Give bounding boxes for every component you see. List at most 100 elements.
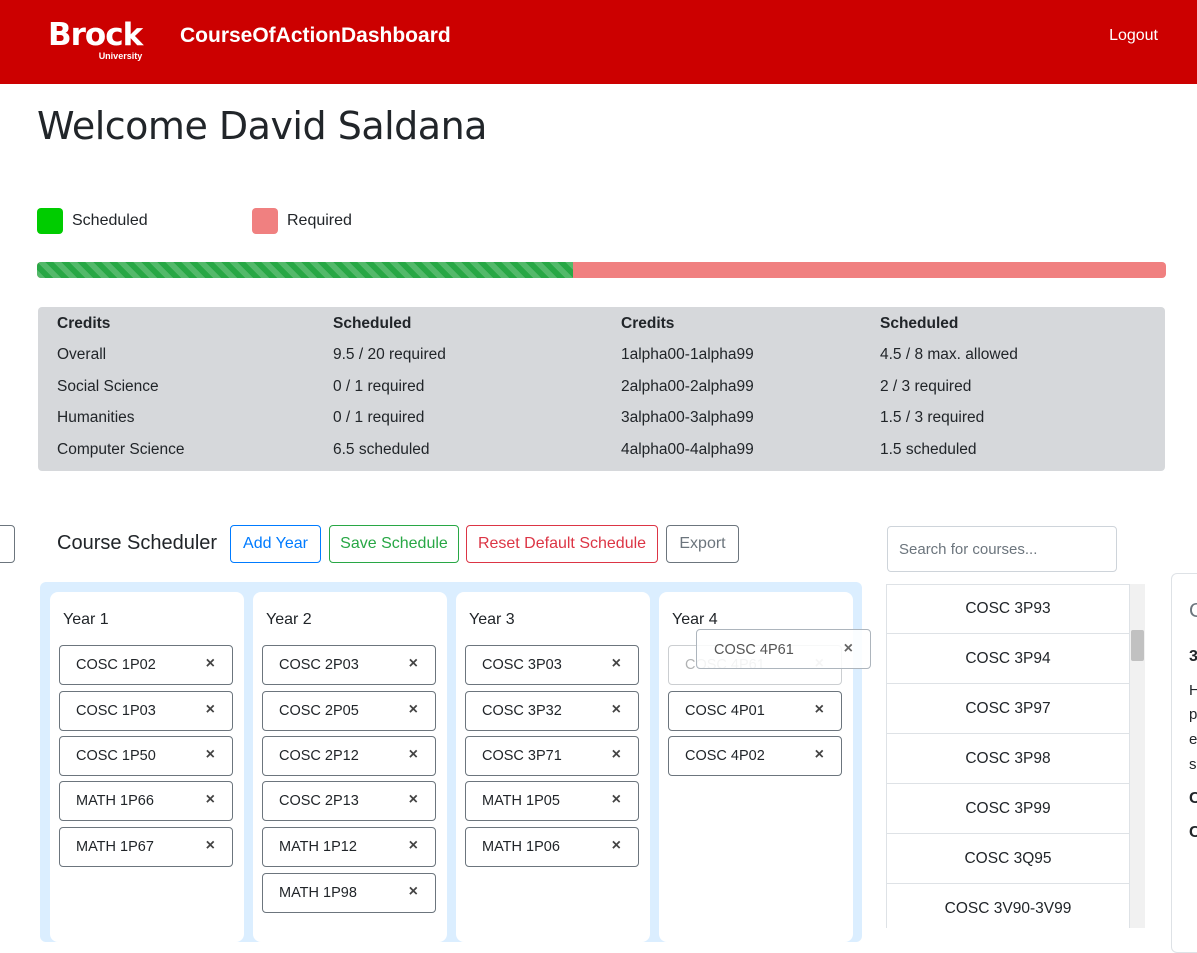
legend-scheduled: Scheduled [37, 208, 148, 234]
detail-text-fragment: s [1189, 756, 1197, 773]
sidebar-toggle-button[interactable] [0, 525, 15, 563]
detail-text-fragment: e [1189, 731, 1197, 748]
brock-logo[interactable]: Brock University [48, 18, 143, 61]
course-code: MATH 1P05 [482, 793, 560, 809]
course-card[interactable]: COSC 1P03 × [59, 691, 233, 731]
remove-icon[interactable]: × [206, 746, 215, 764]
course-list-item[interactable]: COSC 3P98 [886, 734, 1130, 784]
credits-summary: Credits Scheduled Credits Scheduled Overall 9… [38, 307, 1165, 471]
course-detail-card: C3HpesCC [1171, 573, 1197, 953]
detail-text-fragment: C [1189, 600, 1197, 623]
detail-text-fragment: C [1189, 790, 1197, 808]
close-icon: × [843, 640, 853, 657]
course-card[interactable]: COSC 1P50 × [59, 736, 233, 776]
remove-icon[interactable]: × [612, 655, 621, 673]
remove-icon[interactable]: × [815, 746, 824, 764]
remove-icon[interactable]: × [409, 837, 418, 855]
course-list-item[interactable]: COSC 3P99 [886, 784, 1130, 834]
course-card[interactable]: COSC 3P71 × [465, 736, 639, 776]
course-code: COSC 1P02 [76, 657, 156, 673]
course-card[interactable]: COSC 2P12 × [262, 736, 436, 776]
course-card[interactable]: COSC 4P02 × [668, 736, 842, 776]
course-card[interactable]: MATH 1P12 × [262, 827, 436, 867]
course-card[interactable]: COSC 1P02 × [59, 645, 233, 685]
course-list-item[interactable]: COSC 3P94 [886, 634, 1130, 684]
course-code: COSC 4P02 [685, 748, 765, 764]
course-card[interactable]: COSC 2P13 × [262, 781, 436, 821]
credits-cell: 4alpha00-4alpha99 [621, 441, 754, 458]
credits-cell: Humanities [57, 409, 135, 426]
remove-icon[interactable]: × [409, 701, 418, 719]
course-card[interactable]: COSC 3P03 × [465, 645, 639, 685]
remove-icon[interactable]: × [612, 746, 621, 764]
remove-icon[interactable]: × [409, 655, 418, 673]
course-code: COSC 3P03 [482, 657, 562, 673]
detail-text-fragment: C [1189, 824, 1197, 842]
course-code: COSC 2P12 [279, 748, 359, 764]
logout-link[interactable]: Logout [1109, 27, 1158, 45]
remove-icon[interactable]: × [409, 746, 418, 764]
remove-icon[interactable]: × [206, 791, 215, 809]
progress-scheduled-segment [37, 262, 574, 278]
remove-icon[interactable]: × [409, 791, 418, 809]
remove-icon[interactable]: × [206, 655, 215, 673]
required-swatch [252, 208, 278, 234]
course-card[interactable]: MATH 1P98 × [262, 873, 436, 913]
remove-icon[interactable]: × [612, 837, 621, 855]
course-list-item[interactable]: COSC 3V90-3V99 [886, 884, 1130, 928]
welcome-heading: Welcome David Saldana [37, 104, 487, 148]
course-card[interactable]: MATH 1P67 × [59, 827, 233, 867]
export-button[interactable]: Export [666, 525, 739, 563]
course-list-item[interactable]: COSC 3P93 [886, 584, 1130, 634]
course-card[interactable]: MATH 1P06 × [465, 827, 639, 867]
credits-cell: 2 / 3 required [880, 378, 972, 395]
dragging-course-code: COSC 4P61 [714, 642, 794, 658]
course-list-item[interactable]: COSC 3P97 [886, 684, 1130, 734]
course-code: MATH 1P66 [76, 793, 154, 809]
brand-title[interactable]: CourseOfActionDashboard [180, 24, 451, 48]
credits-cell: 9.5 / 20 required [333, 346, 446, 363]
course-code: COSC 2P13 [279, 793, 359, 809]
reset-schedule-button[interactable]: Reset Default Schedule [466, 525, 658, 563]
course-code: COSC 3P32 [482, 703, 562, 719]
course-card[interactable]: COSC 4P01 × [668, 691, 842, 731]
course-list-item[interactable]: COSC 3Q95 [886, 834, 1130, 884]
remove-icon[interactable]: × [206, 701, 215, 719]
remove-icon[interactable]: × [612, 791, 621, 809]
credits-cell: 1.5 scheduled [880, 441, 977, 458]
credits-cell: Computer Science [57, 441, 185, 458]
scheduled-swatch [37, 208, 63, 234]
add-year-button[interactable]: Add Year [230, 525, 321, 563]
save-schedule-button[interactable]: Save Schedule [329, 525, 459, 563]
credits-cell: 4.5 / 8 max. allowed [880, 346, 1018, 363]
year-title: Year 3 [469, 611, 515, 628]
year-title: Year 1 [63, 611, 109, 628]
course-card[interactable]: MATH 1P66 × [59, 781, 233, 821]
course-code: COSC 4P01 [685, 703, 765, 719]
course-card[interactable]: COSC 2P05 × [262, 691, 436, 731]
credits-header: Scheduled [333, 315, 412, 332]
year-column-1[interactable]: Year 1 COSC 1P02 × COSC 1P03 × COSC 1P50 × MATH… [50, 592, 244, 942]
course-code: MATH 1P67 [76, 839, 154, 855]
course-card[interactable]: COSC 3P32 × [465, 691, 639, 731]
remove-icon[interactable]: × [206, 837, 215, 855]
course-code: COSC 2P03 [279, 657, 359, 673]
course-code: MATH 1P06 [482, 839, 560, 855]
course-code: COSC 3P71 [482, 748, 562, 764]
year-title: Year 4 [672, 611, 718, 628]
course-code: MATH 1P98 [279, 885, 357, 901]
scheduler-title: Course Scheduler [57, 532, 218, 554]
year-column-3[interactable]: Year 3 COSC 3P03 × COSC 3P32 × COSC 3P71 × MATH… [456, 592, 650, 942]
year-column-2[interactable]: Year 2 COSC 2P03 × COSC 2P05 × COSC 2P12 × COSC… [253, 592, 447, 942]
remove-icon[interactable]: × [612, 701, 621, 719]
remove-icon[interactable]: × [409, 883, 418, 901]
remove-icon[interactable]: × [815, 701, 824, 719]
course-card[interactable]: MATH 1P05 × [465, 781, 639, 821]
course-card[interactable]: COSC 2P03 × [262, 645, 436, 685]
credits-progress-bar [37, 262, 1166, 278]
course-search-input[interactable] [887, 526, 1117, 572]
credits-cell: Overall [57, 346, 107, 363]
course-list-scroll-thumb[interactable] [1131, 630, 1144, 661]
dragging-course-card[interactable]: COSC 4P61 × [696, 629, 871, 669]
course-code: COSC 1P50 [76, 748, 156, 764]
